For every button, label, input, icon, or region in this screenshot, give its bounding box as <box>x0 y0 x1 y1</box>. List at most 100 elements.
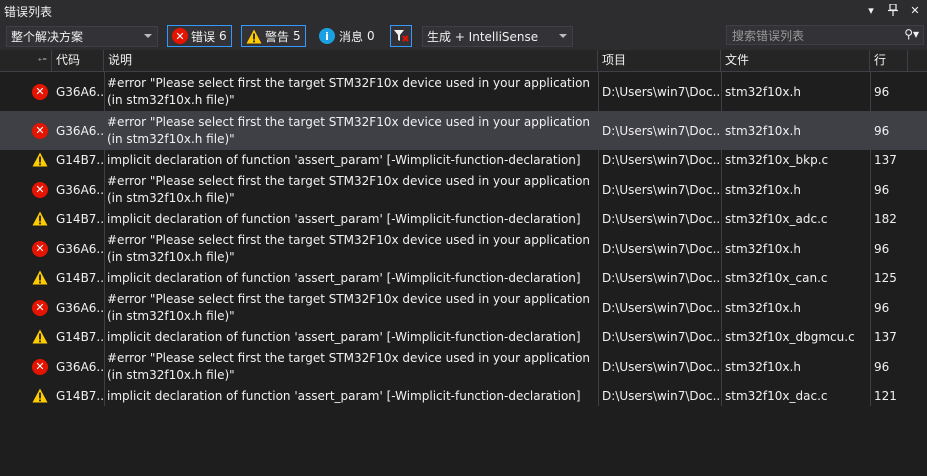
errors-filter-button[interactable]: ✕ 错误 6 <box>167 25 232 47</box>
warnings-filter-button[interactable]: 警告 5 <box>241 25 306 47</box>
warning-icon <box>32 211 48 229</box>
messages-label: 消息 <box>339 29 364 44</box>
table-row[interactable]: ✕ G36A6... #error "Please select first the… <box>0 72 927 111</box>
warning-icon <box>32 152 48 170</box>
column-divider <box>104 72 105 406</box>
messages-count: 0 <box>367 29 375 43</box>
cell-project: D:\Users\win7\Doc... <box>602 153 720 167</box>
cell-desc: #error "Please select first the target S… <box>107 75 591 107</box>
search-placeholder: 搜索错误列表 <box>732 28 805 43</box>
cell-file: stm32f10x_bkp.c <box>725 153 829 167</box>
table-row[interactable]: ✕ G36A6... #error "Please select first the… <box>0 288 927 327</box>
window-title: 错误列表 <box>4 4 53 19</box>
table-row[interactable]: ✕ G36A6... #error "Please select first the… <box>0 170 927 209</box>
close-icon[interactable]: ✕ <box>907 2 923 18</box>
cell-project: D:\Users\win7\Doc... <box>602 389 720 403</box>
table-row[interactable]: G14B7... implicit declaration of function… <box>0 268 927 288</box>
cell-desc: #error "Please select first the target S… <box>107 114 591 146</box>
title-bar: 错误列表 ▾ ✕ <box>0 0 927 22</box>
cell-code: G14B7... <box>56 271 104 285</box>
scope-value: 整个解决方案 <box>11 30 84 44</box>
cell-desc: #error "Please select first the target S… <box>107 350 591 382</box>
cell-desc: implicit declaration of function 'assert… <box>107 152 581 167</box>
warnings-count: 5 <box>293 29 301 43</box>
table-row[interactable]: G14B7... implicit declaration of function… <box>0 327 927 347</box>
column-header-file[interactable]: 文件 <box>721 50 870 71</box>
cell-line: 96 <box>874 123 890 138</box>
column-header-project[interactable]: 项目 <box>598 50 721 71</box>
error-icon: ✕ <box>32 240 48 257</box>
cell-line: 96 <box>874 300 890 315</box>
cell-project: D:\Users\win7\Doc... <box>602 212 720 226</box>
cell-code: G14B7... <box>56 330 104 344</box>
table-header: ⁺⁼ 代码 说明 项目 文件 行 <box>0 50 927 72</box>
errors-count: 6 <box>219 29 227 43</box>
table-row[interactable]: G14B7... implicit declaration of function… <box>0 386 927 406</box>
cell-desc: implicit declaration of function 'assert… <box>107 388 581 403</box>
chevron-down-icon <box>144 34 152 38</box>
errors-label: 错误 <box>191 29 216 44</box>
cell-code: G36A6... <box>56 84 104 99</box>
cell-file: stm32f10x.h <box>725 123 801 138</box>
filter-clear-icon <box>394 30 409 42</box>
cell-line: 125 <box>874 271 897 285</box>
warning-icon <box>246 29 262 43</box>
table-row[interactable]: ✕ G36A6... #error "Please select first the… <box>0 229 927 268</box>
column-header-code[interactable]: 代码 <box>52 50 104 71</box>
cell-line: 96 <box>874 241 890 256</box>
cell-desc: implicit declaration of function 'assert… <box>107 211 581 226</box>
search-icon[interactable]: ⚲▾ <box>904 27 919 41</box>
column-divider <box>598 72 599 406</box>
cell-code: G14B7... <box>56 212 104 226</box>
cell-file: stm32f10x.h <box>725 300 801 315</box>
clear-filter-button[interactable] <box>390 25 412 47</box>
cell-project: D:\Users\win7\Doc... <box>602 359 720 374</box>
cell-project: D:\Users\win7\Doc... <box>602 241 720 256</box>
cell-file: stm32f10x_adc.c <box>725 212 828 226</box>
messages-filter-button[interactable]: i 消息 0 <box>314 25 380 47</box>
table-row[interactable]: ✕ G36A6... #error "Please select first the… <box>0 111 927 150</box>
chevron-down-icon <box>559 34 567 38</box>
cell-desc: #error "Please select first the target S… <box>107 232 591 264</box>
pin-icon[interactable] <box>885 2 901 18</box>
cell-desc: #error "Please select first the target S… <box>107 173 591 205</box>
window-buttons: ▾ ✕ <box>863 2 923 18</box>
cell-file: stm32f10x.h <box>725 359 801 374</box>
scope-dropdown[interactable]: 整个解决方案 <box>6 26 158 47</box>
table-row[interactable]: ✕ G36A6... #error "Please select first the… <box>0 347 927 386</box>
search-input[interactable]: 搜索错误列表 ⚲▾ <box>726 25 924 45</box>
source-dropdown[interactable]: 生成 + IntelliSense <box>422 26 573 47</box>
cell-line: 137 <box>874 153 897 167</box>
column-header-line[interactable]: 行 <box>870 50 908 71</box>
column-header-description[interactable]: 说明 <box>104 50 598 71</box>
cell-code: G36A6... <box>56 123 104 138</box>
warning-icon <box>32 388 48 406</box>
cell-file: stm32f10x.h <box>725 241 801 256</box>
cell-project: D:\Users\win7\Doc... <box>602 123 720 138</box>
cell-line: 137 <box>874 330 897 344</box>
error-icon: ✕ <box>32 299 48 316</box>
cell-desc: implicit declaration of function 'assert… <box>107 329 581 344</box>
warning-icon <box>32 270 48 288</box>
table-row[interactable]: G14B7... implicit declaration of function… <box>0 150 927 170</box>
warning-icon <box>32 329 48 347</box>
cell-code: G14B7... <box>56 153 104 167</box>
sort-column-header[interactable]: ⁺⁼ <box>0 50 52 71</box>
sort-icon: ⁺⁼ <box>37 57 47 67</box>
cell-project: D:\Users\win7\Doc... <box>602 271 720 285</box>
source-value: 生成 + IntelliSense <box>427 30 539 44</box>
cell-code: G36A6... <box>56 300 104 315</box>
cell-project: D:\Users\win7\Doc... <box>602 330 720 344</box>
cell-project: D:\Users\win7\Doc... <box>602 84 720 99</box>
cell-line: 96 <box>874 84 890 99</box>
cell-code: G36A6... <box>56 241 104 256</box>
cell-code: G36A6... <box>56 182 104 197</box>
cell-line: 182 <box>874 212 897 226</box>
cell-file: stm32f10x_dac.c <box>725 389 828 403</box>
info-icon: i <box>319 28 335 44</box>
cell-file: stm32f10x.h <box>725 182 801 197</box>
table-row[interactable]: G14B7... implicit declaration of function… <box>0 209 927 229</box>
error-icon: ✕ <box>32 122 48 139</box>
cell-project: D:\Users\win7\Doc... <box>602 300 720 315</box>
dropdown-arrow-icon[interactable]: ▾ <box>863 2 879 18</box>
